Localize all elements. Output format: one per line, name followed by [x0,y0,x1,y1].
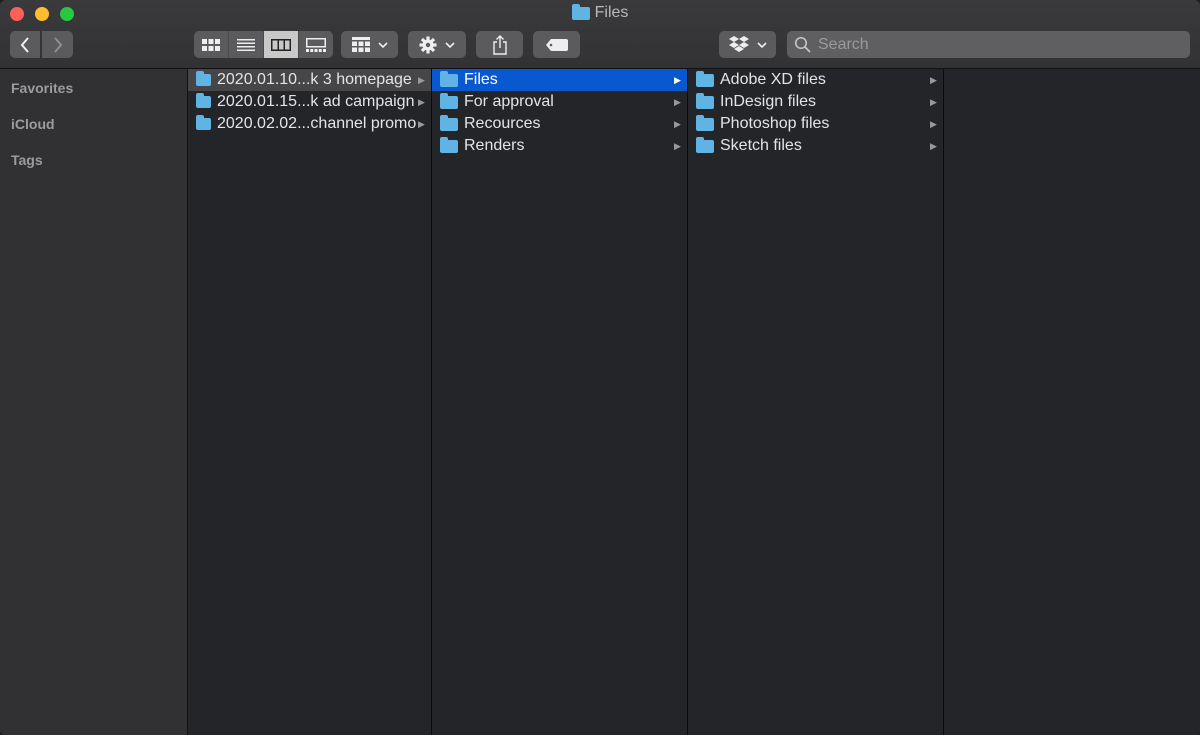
folder-icon [440,114,458,131]
group-by-button[interactable] [341,31,398,58]
chevron-down-icon [377,41,388,48]
sidebar-section-tags[interactable]: Tags [11,152,43,168]
column-view-icon [271,38,291,51]
action-menu-button[interactable] [408,31,466,58]
disclosure-arrow-icon: ▶ [930,74,937,85]
chevron-right-icon [53,36,62,53]
folder-icon [196,115,211,130]
disclosure-arrow-icon: ▶ [674,74,681,85]
folder-name: 2020.02.02...channel promo [217,115,417,132]
folder-name: 2020.01.10...k 3 homepage [217,71,412,88]
folder-icon [696,70,714,87]
disclosure-arrow-icon: ▶ [674,96,681,107]
share-icon [492,34,507,55]
folder-icon [196,93,211,108]
folder-row[interactable]: 2020.01.10...k 3 homepage ▶ [188,69,431,91]
browser-column-1: 2020.01.10...k 3 homepage ▶ 2020.01.15..… [188,69,432,735]
folder-row[interactable]: Photoshop files ▶ [688,113,943,135]
folder-icon [196,71,211,86]
folder-row[interactable]: 2020.02.02...channel promo ▶ [188,113,431,135]
disclosure-arrow-icon: ▶ [930,118,937,129]
folder-name: Sketch files [720,137,802,154]
dropbox-icon [728,35,749,52]
disclosure-arrow-icon: ▶ [418,118,425,129]
back-button[interactable] [10,31,40,58]
folder-row[interactable]: Renders ▶ [432,135,687,157]
folder-icon [696,136,714,153]
chevron-down-icon [756,41,767,48]
folder-icon [440,136,458,153]
disclosure-arrow-icon: ▶ [930,96,937,107]
folder-icon [696,114,714,131]
browser-column-4 [944,69,1200,735]
tag-icon [545,38,568,51]
gallery-view-icon [306,37,326,52]
folder-name: Renders [464,137,525,154]
disclosure-arrow-icon: ▶ [418,96,425,107]
list-view-button[interactable] [229,31,264,58]
icon-view-icon [202,38,220,51]
tag-button[interactable] [533,31,580,58]
folder-name: Recources [464,115,541,132]
icon-view-button[interactable] [194,31,229,58]
sidebar: Favorites iCloud Tags [0,69,188,735]
sidebar-section-icloud[interactable]: iCloud [11,116,55,132]
browser-column-2: Files ▶ For approval ▶ Recources ▶ Rende… [432,69,688,735]
toolbar: Files [0,0,1200,69]
folder-name: For approval [464,93,554,110]
gear-icon [419,36,437,53]
window-title-text: Files [594,4,629,21]
folder-row[interactable]: For approval ▶ [432,91,687,113]
folder-name: Photoshop files [720,115,830,132]
dropbox-button[interactable] [719,31,776,58]
folder-row[interactable]: 2020.01.15...k ad campaign ▶ [188,91,431,113]
group-grid-icon [351,37,370,52]
forward-button[interactable] [42,31,73,58]
search-input[interactable] [816,34,1180,55]
list-view-icon [237,38,255,51]
folder-row[interactable]: Files ▶ [432,69,687,91]
folder-icon [440,92,458,109]
search-icon [794,36,811,53]
folder-row[interactable]: Recources ▶ [432,113,687,135]
disclosure-arrow-icon: ▶ [674,118,681,129]
browser-column-3: Adobe XD files ▶ InDesign files ▶ Photos… [688,69,944,735]
folder-icon [440,70,458,87]
disclosure-arrow-icon: ▶ [930,140,937,151]
share-button[interactable] [476,31,523,58]
disclosure-arrow-icon: ▶ [418,74,425,85]
gallery-view-button[interactable] [299,31,333,58]
folder-name: 2020.01.15...k ad campaign [217,93,415,110]
chevron-left-icon [20,36,29,53]
sidebar-section-favorites[interactable]: Favorites [11,80,73,96]
view-mode-control [194,31,333,58]
folder-name: Files [464,71,498,88]
folder-icon [571,3,590,20]
window-title: Files [0,3,1200,22]
finder-window: Files Search Favorites iCloud Tags 2020.… [0,0,1200,735]
folder-row[interactable]: Sketch files ▶ [688,135,943,157]
chevron-down-icon [445,41,455,48]
disclosure-arrow-icon: ▶ [674,140,681,151]
folder-row[interactable]: Adobe XD files ▶ [688,69,943,91]
folder-icon [696,92,714,109]
folder-name: InDesign files [720,93,817,110]
folder-row[interactable]: InDesign files ▶ [688,91,943,113]
search-field[interactable] [787,31,1190,58]
folder-name: Adobe XD files [720,71,826,88]
column-view-button[interactable] [264,31,299,58]
